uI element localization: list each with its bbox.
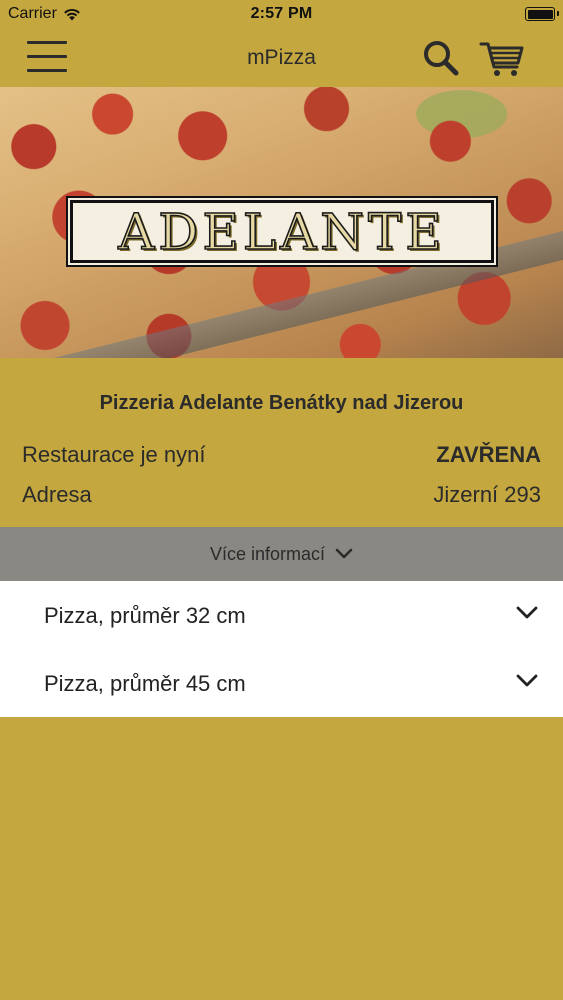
category-item-pizza-45[interactable]: Pizza, průměr 45 cm xyxy=(0,649,563,717)
logo-text: ADELANTE xyxy=(117,202,446,261)
restaurant-logo: ADELANTE xyxy=(68,198,496,265)
status-time: 2:57 PM xyxy=(250,5,313,22)
chevron-down-icon xyxy=(516,674,538,687)
chevron-down-icon xyxy=(516,606,538,619)
address-label: Adresa xyxy=(22,482,92,507)
shopping-cart-icon[interactable] xyxy=(479,38,525,78)
more-info-button[interactable]: Více informací xyxy=(0,527,563,581)
category-label: Pizza, průměr 45 cm xyxy=(44,671,246,696)
hero-image: ADELANTE xyxy=(0,87,563,358)
category-item-pizza-32[interactable]: Pizza, průměr 32 cm xyxy=(0,581,563,649)
chevron-down-icon xyxy=(335,548,353,559)
restaurant-name: Pizzeria Adelante Benátky nad Jizerou xyxy=(99,392,464,414)
nav-bar: mPizza xyxy=(0,30,563,87)
battery-icon xyxy=(525,7,559,21)
more-info-label: Více informací xyxy=(209,543,326,564)
status-value: ZAVŘENA xyxy=(436,442,541,467)
status-label: Restaurace je nyní xyxy=(22,442,206,467)
search-icon[interactable] xyxy=(421,38,461,78)
restaurant-info: Pizzeria Adelante Benátky nad Jizerou Re… xyxy=(0,358,563,527)
status-bar: Carrier 2:57 PM xyxy=(0,0,563,30)
category-list: Pizza, průměr 32 cm Pizza, průměr 45 cm xyxy=(0,581,563,717)
category-label: Pizza, průměr 32 cm xyxy=(44,603,246,628)
address-value: Jizerní 293 xyxy=(433,482,541,507)
